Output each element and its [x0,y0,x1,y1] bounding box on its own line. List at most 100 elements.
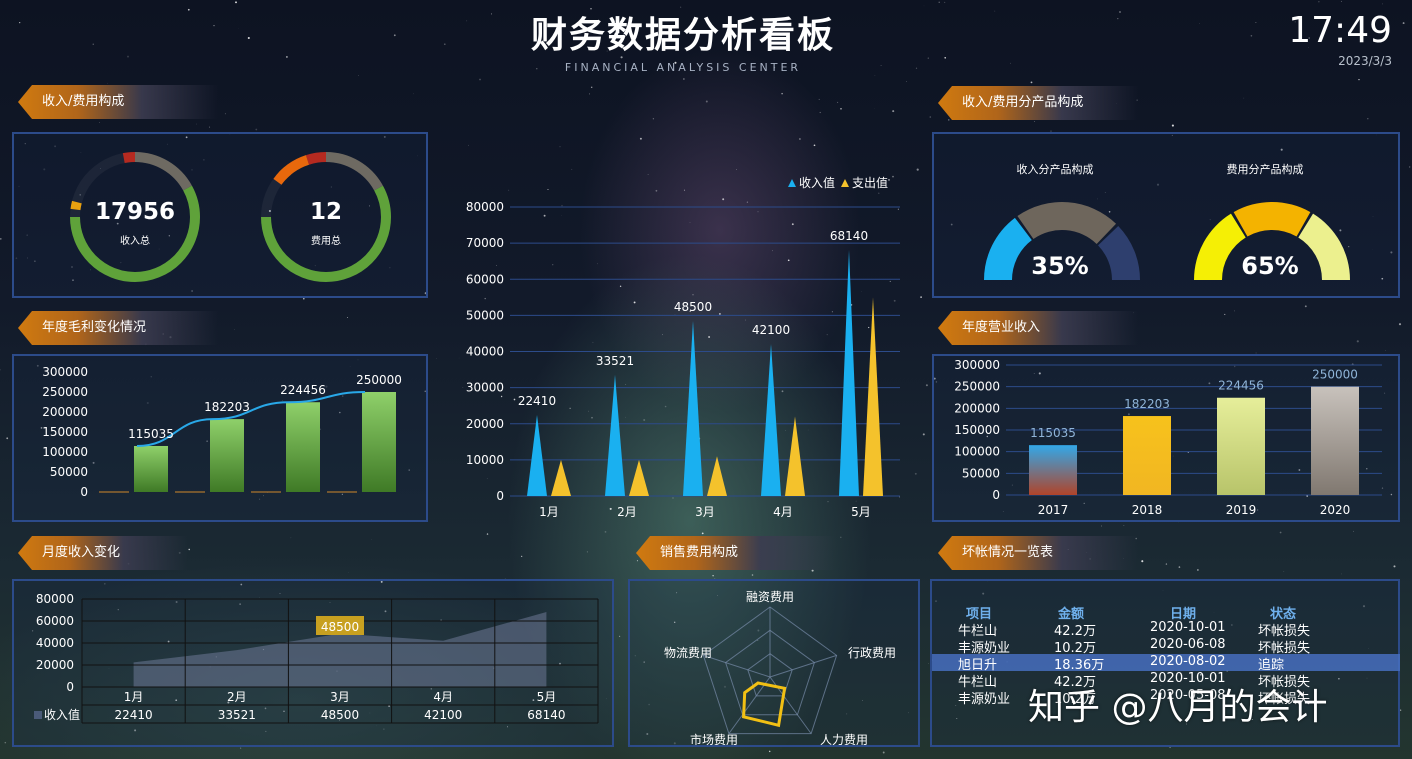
y-tick-label: 0 [66,680,74,694]
data-label: 250000 [1312,368,1358,382]
section-income-expense: 收入/费用构成 [18,85,218,119]
x-tick-label: 1月 [124,690,144,704]
page-subtitle: FINANCIAL ANALYSIS CENTER [564,61,802,74]
legend-income-marker [788,179,796,187]
gross-profit-bar [134,445,168,492]
radar-axis-label: 行政费用 [848,646,896,660]
donut-income-label: 收入总 [120,236,150,247]
y-tick-label: 50000 [50,465,88,479]
expense-peak [785,416,805,496]
y-tick-label: 250000 [42,385,88,399]
y-tick-label: 200000 [42,405,88,419]
y-tick-label: 60000 [466,272,504,286]
annual-revenue-bar [1311,386,1359,495]
y-tick-label: 70000 [466,236,504,250]
chart-monthly-income: 80000 60000 40000 20000 0 1月 22410 2月 33521 3月 485… [34,592,599,724]
y-tick-label: 20000 [466,417,504,431]
section-product-composition: 收入/费用分产品构成 [938,86,1138,120]
annual-revenue-bar [1217,397,1265,495]
section-sales-expense: 销售费用构成 [636,536,836,570]
y-tick-label: 80000 [36,592,74,606]
x-tick-label: 2018 [1132,503,1163,517]
radar-axis-label: 人力费用 [820,733,868,745]
gross-profit-bar [286,402,320,492]
donut-income-value: 17956 [94,199,176,225]
page-title: 财务数据分析看板 [530,15,835,56]
radar-axis [703,654,771,678]
table-row[interactable]: 牛栏山 42.2万 2020-10-01 坏帐损失 [932,620,1400,639]
x-tick-label: 2019 [1226,503,1257,517]
y-tick-label: 300000 [42,365,88,379]
legend-marker [34,711,42,719]
table-value: 42100 [424,708,462,722]
gauge-segment [1233,202,1311,237]
gross-profit-bar [210,419,244,492]
chart-monthly-peak: 80000 70000 60000 50000 40000 30000 20000 10000… [466,175,900,519]
cell-date: 2020-10-01 [1150,620,1226,635]
x-tick-label: 4月 [433,690,453,704]
radar-axis [769,654,837,678]
table-value: 48500 [321,708,359,722]
donut-expense-value: 12 [309,199,342,225]
data-label: 182203 [204,400,250,414]
expense-peak [629,459,649,496]
x-tick-label: 2月 [227,690,247,704]
cell-date: 2020-06-08 [1150,637,1226,652]
data-label: 33521 [596,354,634,368]
dashboard: 财务数据分析看板 FINANCIAL ANALYSIS CENTER 17:49… [0,0,1412,759]
gauge-expense-percent: 65% [1241,252,1299,280]
x-tick-label: 3月 [330,690,350,704]
watermark: 知乎 @八月的会计 [1028,687,1328,728]
section-gross-profit: 年度毛利变化情况 [18,311,218,345]
data-label: 115035 [1030,426,1076,440]
gross-profit-bar [362,392,396,492]
data-label: 22410 [518,394,556,408]
section-monthly-income: 月度收入变化 [18,536,188,570]
chart-gross-profit: 300000 250000 200000 150000 100000 50000 0 1150… [42,365,402,499]
annual-revenue-bar [1029,445,1077,495]
donut-expense-label: 费用总 [311,236,341,247]
cell-date: 2020-08-02 [1150,654,1226,669]
x-tick-label: 4月 [773,505,793,519]
income-peak [683,320,703,496]
table-row-highlighted[interactable]: 旭日升 18.36万 2020-08-02 追踪 [932,654,1400,673]
x-tick-label: 1月 [539,505,559,519]
data-label: 182203 [1124,397,1170,411]
table-row[interactable]: 丰源奶业 10.2万 2020-06-08 坏帐损失 [932,637,1400,656]
y-tick-label: 80000 [466,200,504,214]
y-tick-label: 0 [80,485,88,499]
legend-label: 收入值 [44,707,80,722]
legend-income-label: 收入值 [799,175,835,190]
clock-date: 2023/3/3 [1338,54,1392,68]
y-tick-label: 60000 [36,614,74,628]
y-tick-label: 50000 [962,466,1000,480]
income-peak [839,249,859,496]
expense-peak [863,297,883,496]
table-value: 68140 [527,708,565,722]
y-tick-label: 0 [992,488,1000,502]
x-tick-label: 2020 [1320,503,1351,517]
expense-peak [707,456,727,496]
income-peak [605,374,625,496]
income-peak [527,415,547,496]
x-tick-label: 2月 [617,505,637,519]
cell-item: 丰源奶业 [958,692,1011,707]
x-tick-label: 3月 [695,505,715,519]
gauge-expense-title: 费用分产品构成 [1226,163,1304,176]
gauge-income-percent: 35% [1031,252,1089,280]
y-tick-label: 150000 [954,423,1000,437]
y-tick-label: 100000 [42,445,88,459]
x-tick-label: 5月 [851,505,871,519]
section-bad-debt: 坏帐情况一览表 [938,536,1138,570]
section-annual-revenue: 年度营业收入 [938,311,1138,345]
data-label: 68140 [830,229,868,243]
legend-expense-label: 支出值 [852,175,888,190]
radar-axis-label: 物流费用 [664,646,712,660]
annual-revenue-bar [1123,416,1171,495]
data-label: 48500 [674,300,712,314]
radar-axis-label: 市场费用 [690,732,738,745]
y-tick-label: 30000 [466,381,504,395]
gauge-income-title: 收入分产品构成 [1016,163,1094,176]
chart-sales-expense-radar: 融资费用行政费用人力费用 市场费用 物流费用 [664,590,896,745]
data-label: 250000 [356,373,402,387]
